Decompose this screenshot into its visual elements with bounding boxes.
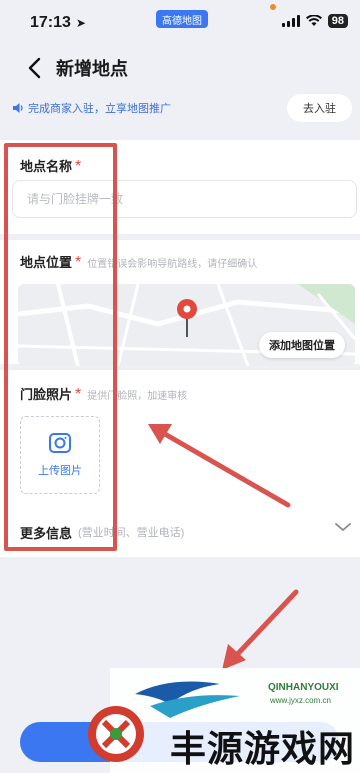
watermark-text: 丰源游戏网 <box>170 728 356 769</box>
name-section: 地点名称 * <box>0 140 360 234</box>
watermark-brand: QINHANYOUXI <box>268 682 339 693</box>
location-arrow-icon: ➤ <box>75 16 86 30</box>
status-time: 17:13 <box>30 14 71 31</box>
upload-label: 上传图片 <box>38 465 82 477</box>
upload-photo-button[interactable]: 上传图片 <box>20 416 100 494</box>
watermark: QINHANYOUXI www.jyxz.com.cn 丰源游戏网 <box>88 668 360 773</box>
location-label: 地点位置 <box>20 255 73 270</box>
location-name-input[interactable] <box>12 180 357 218</box>
location-hint: 位置错误会影响导航路线，请仔细确认 <box>87 259 258 270</box>
required-mark: * <box>75 158 82 175</box>
location-section: 地点位置 * 位置错误会影响导航路线，请仔细确认 添加地图位置 <box>0 240 360 366</box>
watermark-site: www.jyxz.com.cn <box>270 696 331 705</box>
merchant-banner: 完成商家入驻，立享地图推广 去入驻 <box>0 90 360 126</box>
annotation-arrowhead-icon <box>222 644 246 670</box>
speaker-icon <box>13 103 23 113</box>
photo-label: 门脸照片 <box>20 387 73 402</box>
watermark-logo <box>135 681 240 718</box>
photo-section: 门脸照片 * 提供门脸照，加速审核 上传图片 <box>0 370 360 508</box>
more-info-hint: (营业时间、营业电话) <box>78 527 185 539</box>
photo-hint: 提供门脸照，加速审核 <box>87 391 188 402</box>
name-label: 地点名称 <box>20 159 73 174</box>
map-preview[interactable]: 添加地图位置 <box>18 284 355 366</box>
signal-icon <box>281 15 300 27</box>
back-button[interactable] <box>14 48 54 88</box>
required-mark: * <box>75 254 82 271</box>
battery-indicator: 98 <box>327 14 348 28</box>
app-pill: 高德地图 <box>156 10 208 28</box>
privacy-dot-icon <box>270 4 276 10</box>
banner-text: 完成商家入驻，立享地图推广 <box>28 103 171 115</box>
join-merchant-button[interactable]: 去入驻 <box>287 94 352 122</box>
wifi-icon <box>305 15 322 26</box>
chevron-left-icon <box>28 57 41 79</box>
watermark-badge <box>88 706 144 762</box>
status-icons: 98 <box>281 14 348 28</box>
required-mark: * <box>75 386 82 403</box>
nav-bar: 新增地点 <box>0 46 360 90</box>
more-info-label: 更多信息 <box>20 525 73 541</box>
more-info-row[interactable]: 更多信息 (营业时间、营业电话) <box>0 507 360 557</box>
add-map-location-button[interactable]: 添加地图位置 <box>259 332 345 358</box>
camera-icon <box>49 433 71 453</box>
map-pin-icon <box>177 299 197 337</box>
chevron-down-icon <box>335 523 351 532</box>
page-title: 新增地点 <box>56 59 128 79</box>
